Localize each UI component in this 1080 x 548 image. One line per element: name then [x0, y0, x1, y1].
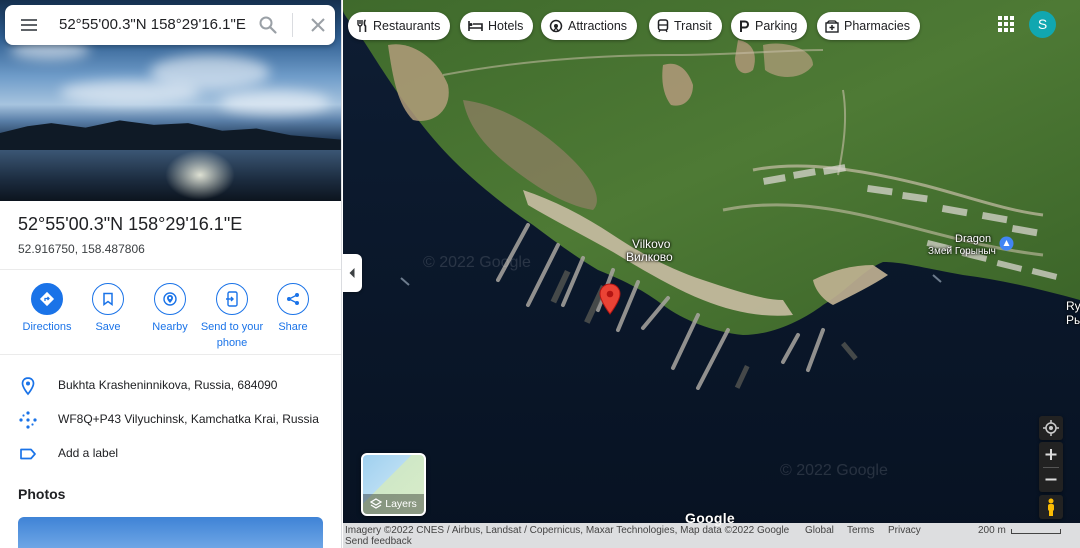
divider	[0, 354, 341, 355]
divider	[0, 269, 341, 270]
search-divider	[292, 13, 293, 37]
chip-pharmacies-label: Pharmacies	[844, 19, 910, 33]
directions-button[interactable]: Directions	[16, 283, 78, 336]
chip-parking-label: Parking	[755, 19, 798, 33]
attractions-icon	[549, 19, 563, 33]
map-label-dragon[interactable]: Dragon	[955, 233, 991, 245]
minus-icon	[1045, 478, 1057, 481]
chevron-left-icon	[349, 268, 355, 278]
menu-icon[interactable]	[17, 13, 41, 37]
place-panel: 52°55'00.3"N 158°29'16.1"E 52°55'00.3"N …	[0, 0, 342, 548]
imagery-attribution: Imagery ©2022 CNES / Airbus, Landsat / C…	[345, 525, 790, 536]
chip-restaurants-label: Restaurants	[373, 19, 441, 33]
terms-link[interactable]: Terms	[847, 525, 874, 536]
layers-icon	[370, 498, 383, 509]
map-label-edge[interactable]: Ry	[1066, 299, 1080, 313]
nearby-button[interactable]: Nearby	[139, 283, 201, 336]
chip-restaurants[interactable]: Restaurants	[348, 12, 451, 40]
photos-heading: Photos	[18, 486, 66, 502]
plus-code-text: WF8Q+P43 Vilyuchinsk, Kamchatka Krai, Ru…	[58, 412, 319, 426]
share-label: Share	[278, 321, 308, 333]
map-watermark: © 2022 Google	[423, 254, 531, 271]
parking-icon	[740, 20, 750, 32]
my-location-icon	[1043, 420, 1059, 436]
zoom-in-button[interactable]	[1039, 442, 1063, 467]
map-canvas[interactable]: © 2022 Google © 2022 Google Restaurants	[343, 0, 1080, 548]
map-footer: Imagery ©2022 CNES / Airbus, Landsat / C…	[343, 523, 1080, 548]
bookmark-icon	[103, 292, 113, 306]
global-link[interactable]: Global	[805, 525, 834, 536]
scale-bar[interactable]	[1011, 529, 1061, 534]
close-icon[interactable]	[309, 16, 327, 34]
share-icon	[287, 293, 299, 305]
transit-icon	[657, 19, 669, 33]
apps-grid-icon[interactable]	[996, 14, 1016, 34]
zoom-controls	[1039, 442, 1063, 492]
photo-thumbnail[interactable]	[18, 517, 323, 548]
satellite-imagery	[343, 0, 1080, 548]
send-to-phone-icon	[226, 291, 238, 307]
poi-marker-icon[interactable]	[999, 236, 1014, 251]
plus-icon	[1045, 449, 1057, 460]
chip-hotels-label: Hotels	[488, 19, 524, 33]
directions-icon	[39, 291, 55, 307]
nearby-icon	[163, 292, 177, 306]
map-label-edge-cyrillic[interactable]: Ры	[1066, 313, 1080, 327]
search-input[interactable]: 52°55'00.3"N 158°29'16.1"E	[59, 5, 246, 45]
save-button[interactable]: Save	[77, 283, 139, 336]
action-buttons: Directions Save Nearby Send to your phon…	[0, 283, 341, 353]
plus-code-row[interactable]: WF8Q+P43 Vilyuchinsk, Kamchatka Krai, Ru…	[0, 402, 341, 436]
chip-attractions-label: Attractions	[568, 19, 628, 33]
add-label-text: Add a label	[58, 446, 119, 460]
collapse-panel-button[interactable]	[343, 254, 362, 292]
chip-parking[interactable]: Parking	[731, 12, 808, 40]
hotel-icon	[468, 21, 483, 31]
map-label-dragon-cyrillic[interactable]: Змей Горыныч	[928, 246, 996, 257]
chip-pharmacies[interactable]: Pharmacies	[817, 12, 920, 40]
pharmacy-icon	[825, 19, 839, 33]
maps-app: 52°55'00.3"N 158°29'16.1"E 52°55'00.3"N …	[0, 0, 1080, 548]
address-row[interactable]: Bukhta Krasheninnikova, Russia, 684090	[0, 368, 341, 402]
place-decimal-coordinates: 52.916750, 158.487806	[18, 242, 145, 256]
send-to-phone-label: Send to your phone	[200, 321, 264, 349]
add-label-row[interactable]: Add a label	[0, 436, 341, 470]
layers-button[interactable]: Layers	[361, 453, 426, 516]
send-to-phone-button[interactable]: Send to your phone	[200, 283, 264, 352]
map-label-vilkovo[interactable]: Vilkovo	[632, 237, 670, 251]
save-label: Save	[95, 321, 121, 333]
pegman-icon	[1048, 498, 1054, 516]
restaurant-icon	[357, 19, 367, 32]
scale-label[interactable]: 200 m	[978, 525, 1006, 536]
share-button[interactable]: Share	[262, 283, 324, 336]
search-icon[interactable]	[258, 15, 278, 35]
street-view-pegman[interactable]	[1039, 495, 1063, 519]
search-box[interactable]: 52°55'00.3"N 158°29'16.1"E	[5, 5, 335, 45]
send-feedback-link[interactable]: Send feedback	[345, 536, 412, 547]
nearby-label: Nearby	[152, 321, 188, 333]
layers-label: Layers	[385, 498, 417, 510]
place-title: 52°55'00.3"N 158°29'16.1"E	[18, 214, 243, 234]
location-pin-icon	[21, 377, 35, 396]
account-avatar[interactable]: S	[1029, 11, 1056, 38]
address-text: Bukhta Krasheninnikova, Russia, 684090	[58, 378, 278, 392]
chip-transit-label: Transit	[674, 19, 712, 33]
privacy-link[interactable]: Privacy	[888, 525, 921, 536]
dropped-pin-marker[interactable]	[598, 283, 622, 315]
directions-label: Directions	[22, 321, 72, 333]
plus-code-icon	[19, 411, 37, 429]
zoom-out-button[interactable]	[1039, 467, 1063, 492]
chip-hotels[interactable]: Hotels	[460, 12, 534, 40]
map-label-vilkovo-cyrillic[interactable]: Вилково	[626, 250, 673, 264]
chip-attractions[interactable]: Attractions	[541, 12, 638, 40]
my-location-button[interactable]	[1039, 416, 1063, 440]
map-watermark: © 2022 Google	[780, 462, 888, 479]
chip-transit[interactable]: Transit	[649, 12, 722, 40]
label-icon	[20, 448, 36, 460]
